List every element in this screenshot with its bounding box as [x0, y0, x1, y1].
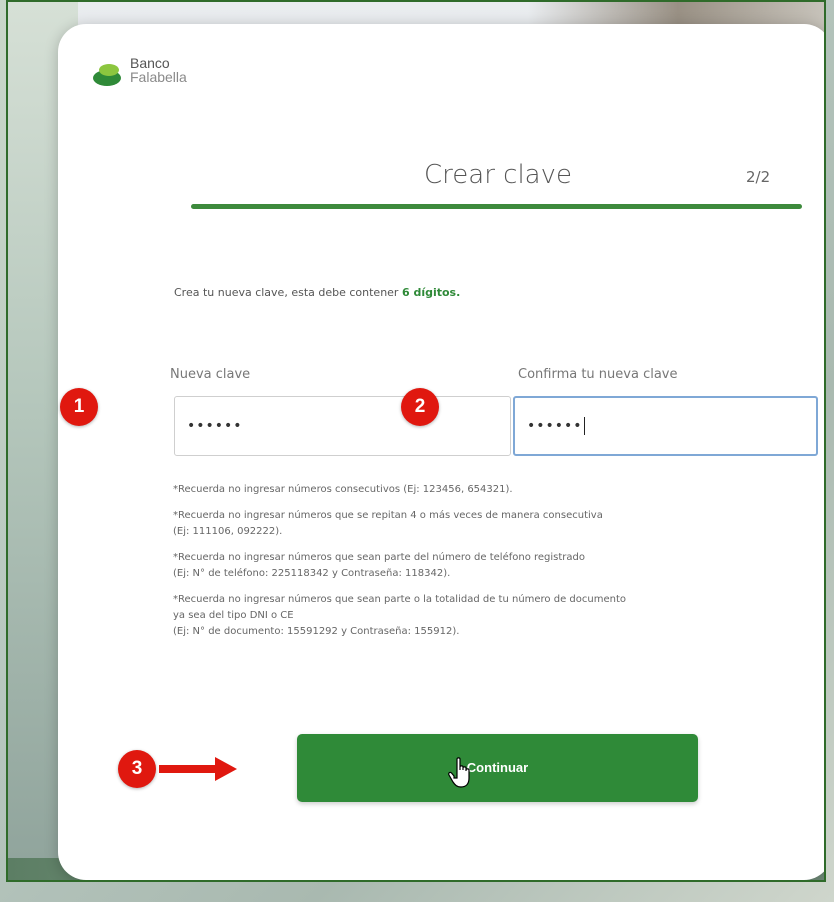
password-rule-line: *Recuerda no ingresar números que sean p… — [173, 552, 586, 563]
title-underline — [191, 204, 802, 209]
password-rule-line: (Ej: N° de documento: 15591292 y Contras… — [173, 626, 460, 637]
password-rule-line: ya sea del tipo DNI o CE — [173, 610, 294, 621]
annotation-badge-3: 3 — [118, 750, 156, 788]
annotation-badge-2: 2 — [401, 388, 439, 426]
password-rule-line: *Recuerda no ingresar números que se rep… — [173, 510, 603, 521]
banco-falabella-logo-icon — [93, 64, 121, 86]
brand-line-2: Falabella — [130, 69, 187, 85]
create-password-modal: Banco Falabella Crear clave 2/2 Crea tu … — [58, 24, 824, 880]
page-title: Crear clave — [424, 160, 572, 190]
new-password-label: Nueva clave — [170, 367, 251, 382]
password-rule: *Recuerda no ingresar números que sean p… — [173, 592, 813, 640]
background-frame: Banco Falabella Crear clave 2/2 Crea tu … — [6, 0, 826, 882]
confirm-password-value: •••••• — [527, 418, 583, 434]
brand-name: Banco Falabella — [130, 56, 187, 84]
password-rule-line: *Recuerda no ingresar números consecutiv… — [173, 484, 513, 495]
step-indicator: 2/2 — [746, 168, 771, 186]
instruction-highlight: 6 dígitos. — [401, 286, 461, 299]
password-rule: *Recuerda no ingresar números que sean p… — [173, 550, 813, 582]
hand-pointer-icon — [448, 757, 470, 788]
brand-line-1: Banco — [130, 55, 170, 71]
annotation-arrow-icon — [159, 757, 237, 781]
new-password-input[interactable]: •••••• — [174, 396, 511, 456]
password-rule: *Recuerda no ingresar números que se rep… — [173, 508, 813, 540]
confirm-password-label: Confirma tu nueva clave — [518, 367, 678, 382]
new-password-value: •••••• — [187, 418, 243, 434]
password-rule-line: (Ej: N° de teléfono: 225118342 y Contras… — [173, 568, 451, 579]
text-caret — [583, 417, 585, 435]
password-rule-line: *Recuerda no ingresar números que sean p… — [173, 594, 626, 605]
annotation-badge-1: 1 — [60, 388, 98, 426]
brand-logo: Banco Falabella — [92, 54, 202, 92]
password-rule: *Recuerda no ingresar números consecutiv… — [173, 482, 813, 498]
continue-button[interactable]: Continuar — [297, 734, 698, 802]
confirm-password-input[interactable]: •••••• — [513, 396, 818, 456]
password-rules: *Recuerda no ingresar números consecutiv… — [173, 482, 813, 650]
instruction-main: Crea tu nueva clave, esta debe contener — [174, 286, 402, 299]
instruction-text: Crea tu nueva clave, esta debe contener … — [174, 286, 460, 299]
password-rule-line: (Ej: 111106, 092222). — [173, 526, 283, 537]
